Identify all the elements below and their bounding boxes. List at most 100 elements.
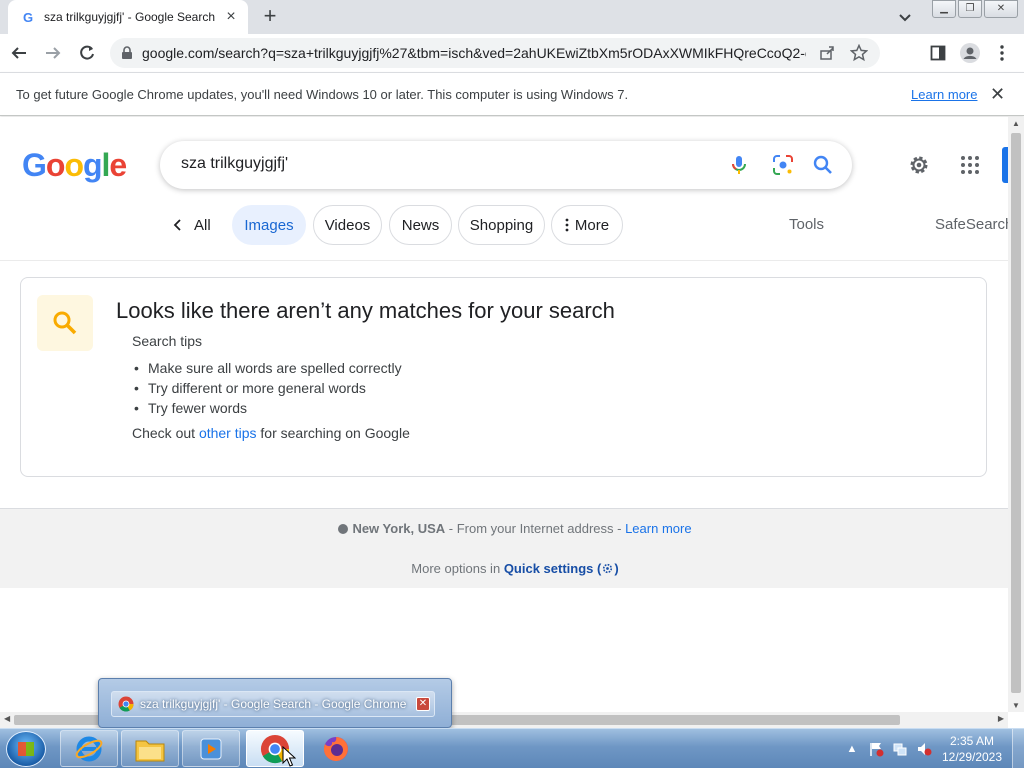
taskbar-window-preview[interactable]: sza trilkguyjgjfj' - Google Search - Goo… [98,678,452,728]
lock-icon[interactable] [120,46,134,60]
scroll-down-arrow-icon[interactable]: ▼ [1012,701,1020,710]
safesearch-button[interactable]: SafeSearch [935,216,1008,233]
bookmark-star-icon[interactable] [848,42,870,64]
minimize-button[interactable]: ▁ [932,0,956,18]
taskbar-file-explorer[interactable] [121,730,179,767]
google-apps-grid-icon[interactable] [958,153,982,177]
vertical-scrollbar[interactable]: ▲ ▼ [1008,117,1024,712]
show-desktop-button[interactable] [1012,729,1024,768]
tips-footer: Check out other tips for searching on Go… [132,425,410,441]
chrome-icon [118,696,134,712]
chip-news[interactable]: News [389,205,452,245]
location-dot-icon [338,524,349,534]
back-button[interactable] [4,38,34,68]
scroll-right-arrow-icon[interactable]: ▶ [998,714,1004,723]
scroll-left-arrow-icon[interactable]: ◀ [4,714,10,723]
chip-images-label: Images [244,216,294,234]
tools-button[interactable]: Tools [789,216,824,233]
forward-button[interactable] [38,38,68,68]
footer-learn-more-link[interactable]: Learn more [625,521,691,536]
chip-all[interactable]: All [172,205,211,245]
profile-avatar-icon[interactable] [954,38,986,68]
clock-time: 2:35 AM [949,734,995,748]
chip-news-label: News [401,216,440,234]
logo-letter: o [45,147,66,183]
voice-search-mic-icon[interactable] [727,153,751,177]
media-player-icon [200,738,222,759]
system-tray: ▲ [842,729,938,768]
firefox-icon [323,736,348,761]
footer-location-row: New York, USA - From your Internet addre… [0,521,1008,536]
system-clock[interactable]: 2:35 AM 12/29/2023 [936,733,1008,765]
footer-location: New York, USA [352,521,446,536]
new-tab-button[interactable]: + [258,5,282,29]
logo-letter: g [82,147,103,183]
google-lens-icon[interactable] [771,153,795,177]
window-preview-item[interactable]: sza trilkguyjgjfj' - Google Search - Goo… [111,691,435,717]
network-icon[interactable] [890,739,910,759]
logo-letter: o [64,147,84,183]
update-infobar: To get future Google Chrome updates, you… [0,72,1024,116]
infobar-close-icon[interactable]: ✕ [990,84,1005,105]
chip-all-label: All [194,216,211,234]
vertical-scroll-thumb[interactable] [1011,133,1021,693]
window-preview-title: sza trilkguyjgjfj' - Google Search - Goo… [140,697,407,711]
scroll-up-arrow-icon[interactable]: ▲ [1012,119,1020,128]
chip-shopping[interactable]: Shopping [458,205,545,245]
close-window-button[interactable]: ✕ [984,0,1018,18]
logo-letter: G [22,147,47,183]
quick-settings-label: Quick settings ( [503,561,602,576]
chip-images[interactable]: Images [232,205,306,245]
footer-more-options: More options in [411,561,501,576]
chrome-menu-icon[interactable] [986,38,1018,68]
google-doodle-logo[interactable]: Google [22,147,127,184]
reload-button[interactable] [72,38,102,68]
taskbar-internet-explorer[interactable] [60,730,118,767]
search-filter-chips: All Images Videos News Shopping More Too… [0,205,1008,245]
window-preview-close-icon[interactable]: ✕ [416,697,430,711]
show-hidden-icons-icon[interactable]: ▲ [842,739,862,759]
logo-letter: l [101,147,111,183]
maximize-button[interactable]: ❐ [958,0,982,18]
no-results-card: Looks like there aren’t any matches for … [20,277,987,477]
tab-strip: G sza trilkguyjgjfj' - Google Search × +… [0,0,1024,34]
infobar-learn-more-link[interactable]: Learn more [911,87,977,102]
logo-letter: e [109,147,127,183]
chip-videos[interactable]: Videos [313,205,382,245]
side-panel-icon[interactable] [922,38,954,68]
no-results-search-icon [37,295,93,351]
search-tips-heading: Search tips [132,333,203,349]
folder-icon [135,740,165,761]
search-tip-item: Try fewer words [134,398,402,418]
search-box[interactable]: sza trilkguyjgjfj' [160,141,852,189]
address-bar[interactable]: google.com/search?q=sza+trilkguyjgjfj%27… [110,38,880,68]
forward-arrow-icon [46,47,61,59]
taskbar-firefox[interactable] [307,730,365,767]
quick-settings-link[interactable]: Quick settings () [504,561,619,576]
settings-gear-icon[interactable] [907,153,931,177]
chip-more[interactable]: More [551,205,623,245]
action-center-flag-icon[interactable] [866,739,886,759]
search-input[interactable]: sza trilkguyjgjfj' [181,155,288,173]
search-icon[interactable] [811,153,835,177]
tab-search-chevron-icon[interactable] [896,8,914,26]
tab-close-icon[interactable]: × [222,8,240,26]
url-text[interactable]: google.com/search?q=sza+trilkguyjgjfj%27… [142,45,806,61]
toolbar-right [922,38,1018,68]
reload-icon [80,45,94,60]
quick-settings-gear-icon [603,563,613,574]
taskbar-media-player[interactable] [182,730,240,767]
footer-quick-settings-row: More options in Quick settings () [0,561,1008,576]
chip-more-label: More [574,216,610,234]
chevron-left-icon [173,219,181,231]
web-page: Google sza trilkguyjgjfj' All Images Vid… [0,117,1008,712]
volume-muted-icon[interactable] [914,739,934,759]
mouse-cursor-icon [282,746,296,767]
start-button[interactable] [6,731,46,767]
tips-footer-prefix: Check out [132,425,196,441]
no-results-title: Looks like there aren’t any matches for … [116,298,615,323]
other-tips-link[interactable]: other tips [199,425,257,441]
share-icon[interactable] [816,42,838,64]
browser-tab[interactable]: G sza trilkguyjgjfj' - Google Search × [8,0,248,34]
windows-taskbar: ▲ 2:35 AM 12/29/2023 [0,728,1024,768]
